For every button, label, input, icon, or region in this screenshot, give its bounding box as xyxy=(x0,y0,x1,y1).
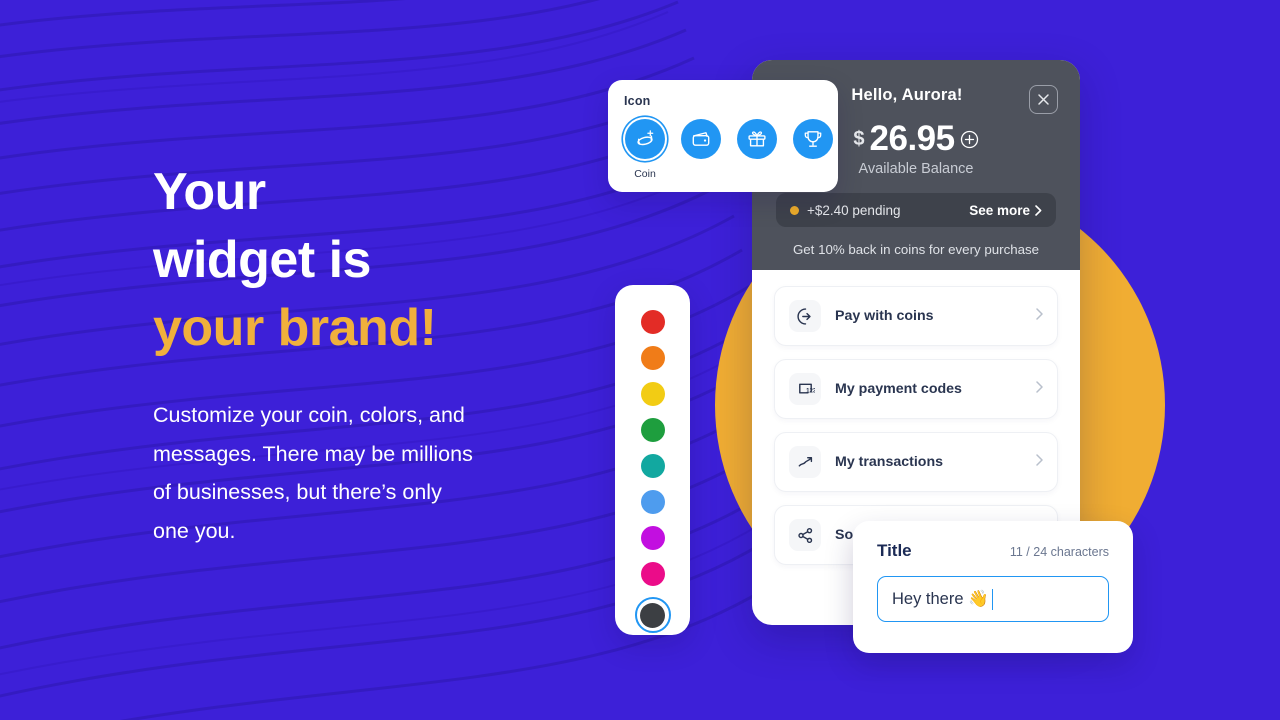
icon-options-row: Coin xyxy=(624,118,833,180)
menu-row-my-payment-codes[interactable]: 123 My payment codes xyxy=(774,359,1058,419)
color-swatch-pink[interactable] xyxy=(635,561,671,587)
color-picker-card xyxy=(615,285,690,635)
color-swatch-teal[interactable] xyxy=(635,453,671,479)
color-swatch-yellow[interactable] xyxy=(635,381,671,407)
icon-caption: Coin xyxy=(634,168,656,180)
transactions-icon xyxy=(789,446,821,478)
wallet-icon xyxy=(681,119,721,159)
color-swatch-purple[interactable] xyxy=(635,525,671,551)
pending-banner[interactable]: +$2.40 pending See more xyxy=(776,193,1056,227)
icon-option-coin[interactable]: Coin xyxy=(624,118,666,180)
page-title: Your widget is your brand! xyxy=(153,158,623,362)
color-swatch-dark[interactable] xyxy=(634,597,671,633)
pending-amount-text: +$2.40 pending xyxy=(807,202,901,218)
icon-option-wallet[interactable] xyxy=(680,118,722,180)
payment-codes-icon: 123 xyxy=(789,373,821,405)
headline-line-1: Your xyxy=(153,163,266,221)
title-input-value: Hey there 👋 xyxy=(892,589,989,608)
menu-row-my-transactions[interactable]: My transactions xyxy=(774,432,1058,492)
swatch-dot xyxy=(640,418,665,442)
chevron-right-icon xyxy=(1036,453,1043,471)
title-editor-header: Title 11 / 24 characters xyxy=(877,541,1109,561)
currency-symbol: $ xyxy=(853,127,865,150)
menu-label: My transactions xyxy=(835,454,944,470)
swatch-dot xyxy=(640,454,665,478)
color-swatch-blue[interactable] xyxy=(635,489,671,515)
character-counter: 11 / 24 characters xyxy=(1009,545,1109,559)
icon-option-gift[interactable] xyxy=(736,118,778,180)
close-icon xyxy=(1038,94,1049,105)
text-cursor xyxy=(991,588,994,610)
icon-picker-card: Icon Coin xyxy=(608,80,838,192)
swatch-dot xyxy=(640,310,665,334)
promo-text: Get 10% back in coins for every purchase xyxy=(792,242,1040,257)
chevron-right-icon xyxy=(1036,380,1043,398)
title-editor-card: Title 11 / 24 characters Hey there 👋 xyxy=(853,521,1133,653)
swatch-dot xyxy=(640,346,665,370)
pay-with-coins-icon xyxy=(789,300,821,332)
color-swatch-red[interactable] xyxy=(635,309,671,335)
add-funds-icon[interactable] xyxy=(960,130,979,149)
menu-row-pay-with-coins[interactable]: Pay with coins xyxy=(774,286,1058,346)
chevron-right-icon xyxy=(1036,307,1043,325)
title-input[interactable]: Hey there 👋 xyxy=(877,576,1109,622)
social-share-icon xyxy=(789,519,821,551)
swatch-dot xyxy=(640,602,665,628)
chevron-right-icon xyxy=(1035,204,1042,216)
color-swatch-green[interactable] xyxy=(635,417,671,443)
swatch-dot xyxy=(640,382,665,406)
pending-status-dot xyxy=(790,205,799,215)
coin-icon xyxy=(625,119,665,159)
headline-line-2: widget is xyxy=(153,231,371,289)
menu-label: Pay with coins xyxy=(835,308,934,324)
page-subtitle: Customize your coin, colors, and message… xyxy=(153,403,473,543)
close-button[interactable] xyxy=(1029,85,1058,114)
see-more-label: See more xyxy=(969,202,1030,218)
swatch-dot xyxy=(640,526,665,550)
menu-label: My payment codes xyxy=(835,381,962,397)
see-more-link[interactable]: See more xyxy=(969,203,1042,218)
balance-amount: 26.95 xyxy=(869,119,956,158)
swatch-dot xyxy=(640,490,665,514)
trophy-icon xyxy=(793,119,833,159)
gift-icon xyxy=(737,119,777,159)
headline-line-3: your brand! xyxy=(153,299,437,357)
icon-option-trophy[interactable] xyxy=(792,118,834,180)
title-field-label: Title xyxy=(877,541,912,560)
swatch-dot xyxy=(640,562,665,586)
color-swatch-orange[interactable] xyxy=(635,345,671,371)
icon-picker-title: Icon xyxy=(624,94,651,108)
svg-text:123: 123 xyxy=(806,387,815,394)
